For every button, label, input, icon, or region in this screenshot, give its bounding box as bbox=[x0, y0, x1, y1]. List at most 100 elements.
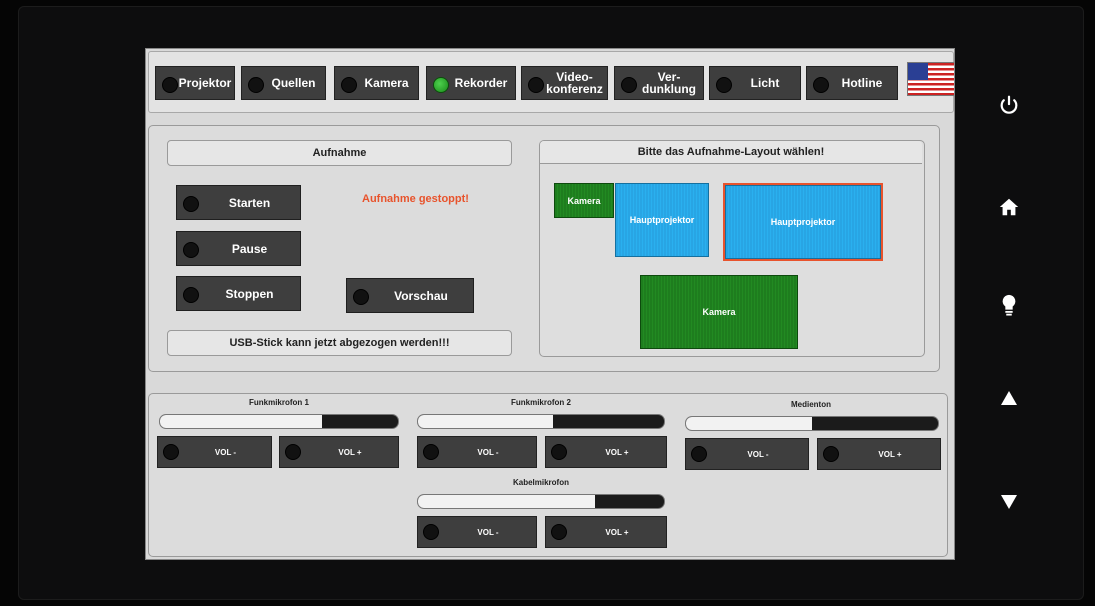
home-icon-svg bbox=[999, 198, 1019, 216]
tab-led bbox=[162, 77, 178, 93]
layout-camera-only-label: Kamera bbox=[702, 307, 736, 317]
aufnahme-header: Aufnahme bbox=[167, 140, 512, 166]
channel-1-vol-minus-button[interactable]: VOL - bbox=[157, 436, 272, 468]
arrow-down-icon[interactable] bbox=[997, 490, 1021, 514]
layout-projector-box: Hauptprojektor bbox=[615, 183, 709, 257]
vol-label: VOL + bbox=[878, 449, 902, 459]
stop-button[interactable]: Stoppen bbox=[176, 276, 301, 311]
home-icon[interactable] bbox=[997, 195, 1021, 219]
channel-4-title: Kabelmikrofon bbox=[512, 478, 569, 487]
preview-button[interactable]: Vorschau bbox=[346, 278, 474, 313]
tab-kamera[interactable]: Kamera bbox=[334, 66, 419, 100]
audio-panel: Funkmikrofon 1 VOL - VOL + Funkmikrofon … bbox=[148, 393, 948, 557]
stop-label: Stoppen bbox=[225, 286, 274, 301]
channel-4-level bbox=[418, 495, 596, 508]
channel-1-level bbox=[160, 415, 322, 428]
tab-led bbox=[528, 77, 544, 93]
tab-label: Rekorder bbox=[454, 76, 508, 90]
channel-3-slider[interactable] bbox=[685, 416, 939, 431]
layout-projector-only-label: Hauptprojektor bbox=[770, 217, 836, 227]
vol-label: VOL + bbox=[338, 447, 362, 457]
channel-1-slider[interactable] bbox=[159, 414, 399, 429]
layout-camera-label: Kamera bbox=[567, 195, 601, 206]
channel-1-title: Funkmikrofon 1 bbox=[248, 398, 309, 407]
vol-led bbox=[285, 444, 301, 460]
channel-3-vol-minus-button[interactable]: VOL - bbox=[685, 438, 809, 470]
channel-3-level bbox=[686, 417, 812, 430]
vol-led bbox=[691, 446, 707, 462]
channel-4-vol-plus-button[interactable]: VOL + bbox=[545, 516, 667, 548]
tab-label: Hotline bbox=[841, 76, 883, 90]
layout-option-cam-proj[interactable]: Kamera Hauptprojektor bbox=[554, 183, 709, 257]
channel-2-title: Funkmikrofon 2 bbox=[510, 398, 571, 407]
pause-label: Pause bbox=[231, 241, 268, 256]
channel-2-slider[interactable] bbox=[417, 414, 665, 429]
bulb-icon-svg bbox=[1002, 294, 1016, 316]
tab-led bbox=[716, 77, 732, 93]
vol-label: VOL - bbox=[747, 449, 769, 459]
power-icon[interactable] bbox=[997, 93, 1021, 117]
start-led bbox=[183, 196, 199, 212]
vol-label: VOL - bbox=[477, 447, 499, 457]
tab-hotline[interactable]: Hotline bbox=[806, 66, 898, 100]
arrow-up-icon-svg bbox=[1001, 391, 1017, 405]
vol-label: VOL - bbox=[477, 527, 499, 537]
top-navigation: Projektor Quellen Kamera Rekorder Video-… bbox=[148, 51, 954, 113]
layout-option-camera[interactable]: Kamera bbox=[640, 275, 798, 349]
usb-message: USB-Stick kann jetzt abgezogen werden!!! bbox=[229, 337, 450, 349]
channel-3-vol-plus-button[interactable]: VOL + bbox=[817, 438, 941, 470]
tab-videokonferenz[interactable]: Video- konferenz bbox=[521, 66, 608, 100]
bulb-icon[interactable] bbox=[997, 293, 1021, 317]
tab-verdunklung[interactable]: Ver- dunklung bbox=[614, 66, 704, 100]
layout-projector-label: Hauptprojektor bbox=[629, 215, 695, 225]
usb-message-box: USB-Stick kann jetzt abgezogen werden!!! bbox=[167, 330, 512, 356]
flag-canton bbox=[908, 63, 928, 80]
tab-licht[interactable]: Licht bbox=[709, 66, 801, 100]
start-button[interactable]: Starten bbox=[176, 185, 301, 220]
tab-label: Licht bbox=[750, 76, 780, 90]
layout-title: Bitte das Aufnahme-Layout wählen! bbox=[637, 146, 825, 158]
vol-led bbox=[551, 444, 567, 460]
arrow-up-icon[interactable] bbox=[997, 386, 1021, 410]
channel-2-vol-plus-button[interactable]: VOL + bbox=[545, 436, 667, 468]
channel-2-vol-minus-button[interactable]: VOL - bbox=[417, 436, 537, 468]
language-flag-us-icon[interactable] bbox=[907, 62, 954, 96]
tab-led bbox=[621, 77, 637, 93]
recording-status: Aufnahme gestoppt! bbox=[362, 193, 469, 205]
tab-label: Ver- dunklung bbox=[642, 70, 696, 96]
pause-button[interactable]: Pause bbox=[176, 231, 301, 266]
vol-label: VOL - bbox=[214, 447, 237, 457]
start-label: Starten bbox=[228, 195, 271, 210]
power-icon-svg bbox=[1000, 95, 1018, 114]
preview-label: Vorschau bbox=[394, 288, 448, 303]
aufnahme-title: Aufnahme bbox=[312, 147, 367, 159]
layout-header: Bitte das Aufnahme-Layout wählen! bbox=[540, 141, 922, 164]
stop-led-active bbox=[183, 287, 199, 303]
recorder-panel: Aufnahme Starten Aufnahme gestoppt! Paus… bbox=[148, 125, 940, 372]
vol-label: VOL + bbox=[605, 447, 629, 457]
tab-led bbox=[341, 77, 357, 93]
channel-3-title: Medienton bbox=[791, 400, 831, 409]
channel-2-level bbox=[418, 415, 554, 428]
vol-led bbox=[551, 524, 567, 540]
layout-option-projector-selected[interactable]: Hauptprojektor bbox=[723, 183, 883, 261]
channel-4-vol-minus-button[interactable]: VOL - bbox=[417, 516, 537, 548]
arrow-down-icon-svg bbox=[1001, 495, 1017, 509]
touch-screen: Projektor Quellen Kamera Rekorder Video-… bbox=[145, 48, 955, 560]
layout-panel: Bitte das Aufnahme-Layout wählen! Kamera… bbox=[539, 140, 925, 357]
tab-label: Kamera bbox=[364, 76, 409, 90]
tab-projektor[interactable]: Projektor bbox=[155, 66, 235, 100]
tab-label: Projektor bbox=[178, 76, 232, 90]
preview-led-active bbox=[353, 289, 369, 305]
vol-led bbox=[823, 446, 839, 462]
channel-4-slider[interactable] bbox=[417, 494, 665, 509]
tab-led-active bbox=[433, 77, 449, 93]
tab-led bbox=[248, 77, 264, 93]
tab-label: Video- konferenz bbox=[546, 70, 603, 96]
tab-rekorder[interactable]: Rekorder bbox=[426, 66, 516, 100]
tab-led bbox=[813, 77, 829, 93]
pause-led bbox=[183, 242, 199, 258]
channel-1-vol-plus-button[interactable]: VOL + bbox=[279, 436, 399, 468]
tab-quellen[interactable]: Quellen bbox=[241, 66, 326, 100]
layout-camera-small: Kamera bbox=[554, 183, 614, 218]
